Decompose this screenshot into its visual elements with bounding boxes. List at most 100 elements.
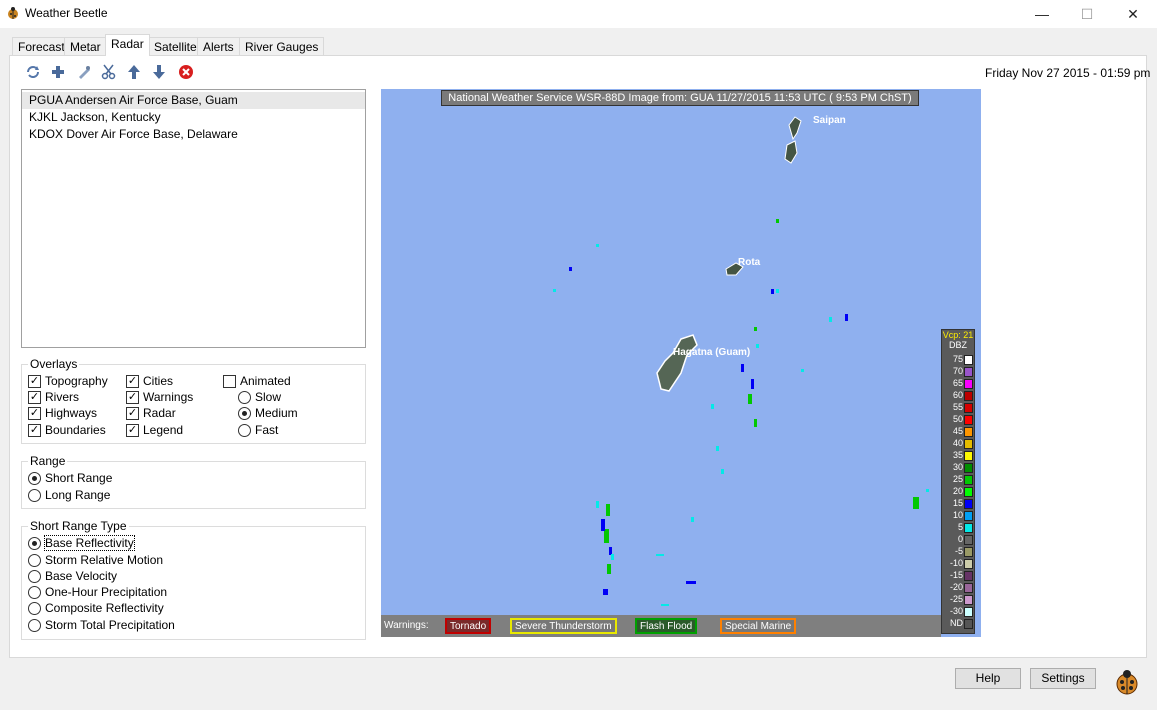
legend-swatch: [964, 487, 973, 497]
city-label-saipan: Saipan: [813, 115, 846, 126]
legend-row: 0: [942, 534, 976, 546]
legend-value: -25: [949, 594, 963, 604]
checkmark-icon: ✓: [126, 390, 139, 404]
tab-river-gauges[interactable]: River Gauges: [239, 37, 325, 56]
legend-value: 45: [952, 426, 963, 436]
cut-icon[interactable]: [101, 64, 117, 80]
legend-value: 65: [952, 378, 963, 388]
legend-row: 25: [942, 474, 976, 486]
legend-value: 30: [952, 462, 963, 472]
legend-swatch: [964, 415, 973, 425]
station-item-kdox[interactable]: KDOX Dover Air Force Base, Delaware: [22, 126, 365, 143]
settings-button[interactable]: Settings: [1030, 668, 1096, 689]
legend-value: 10: [952, 510, 963, 520]
storm-total-precipitation-radio[interactable]: Storm Total Precipitation: [28, 618, 175, 632]
legend-swatch: [964, 595, 973, 605]
radar-image[interactable]: National Weather Service WSR-88D Image f…: [381, 89, 981, 637]
legend-swatch: [964, 403, 973, 413]
window-title: Weather Beetle: [25, 6, 108, 20]
legend-row: 20: [942, 486, 976, 498]
legend-swatch: [964, 463, 973, 473]
tab-radar[interactable]: Radar: [105, 34, 150, 56]
legend-swatch: [964, 355, 973, 365]
speed-medium-radio[interactable]: Medium: [238, 406, 298, 420]
legend-value: 50: [952, 414, 963, 424]
station-item-kjkl[interactable]: KJKL Jackson, Kentucky: [22, 109, 365, 126]
legend-unit: DBZ: [949, 340, 967, 350]
radar-header: National Weather Service WSR-88D Image f…: [441, 90, 919, 106]
legend-value: 55: [952, 402, 963, 412]
legend-swatch: [964, 427, 973, 437]
animated-checkbox[interactable]: Animated: [223, 374, 291, 388]
warning-tornado: Tornado: [445, 618, 492, 634]
legend-swatch: [964, 391, 973, 401]
legend-swatch: [964, 439, 973, 449]
legend-row: -20: [942, 582, 976, 594]
maximize-button[interactable]: ☐: [1064, 0, 1110, 28]
tab-forecast[interactable]: Forecast: [12, 37, 71, 56]
legend-checkbox[interactable]: ✓ Legend: [126, 423, 183, 437]
checkmark-icon: ✓: [126, 406, 139, 420]
checkmark-icon: ✓: [126, 374, 139, 388]
legend-row: 65: [942, 378, 976, 390]
base-reflectivity-radio[interactable]: Base Reflectivity: [28, 535, 135, 551]
radar-checkbox[interactable]: ✓ Radar: [126, 406, 176, 420]
move-up-icon[interactable]: [126, 64, 142, 80]
legend-row: 55: [942, 402, 976, 414]
legend-swatch: [964, 535, 973, 545]
legend-value: -30: [949, 606, 963, 616]
tab-satellite[interactable]: Satellite: [148, 37, 203, 56]
legend-value: -10: [949, 558, 963, 568]
current-datetime: Friday Nov 27 2015 - 01:59 pm: [985, 66, 1151, 80]
legend-value: ND: [950, 618, 963, 628]
speed-fast-radio[interactable]: Fast: [238, 423, 278, 437]
checkmark-icon: ✓: [28, 423, 41, 437]
minimize-button[interactable]: —: [1019, 0, 1065, 28]
add-icon[interactable]: [50, 64, 66, 80]
legend-title: Vcp: 21: [942, 330, 974, 340]
boundaries-checkbox[interactable]: ✓ Boundaries: [28, 423, 106, 437]
legend-row: 10: [942, 510, 976, 522]
base-velocity-radio[interactable]: Base Velocity: [28, 569, 117, 583]
legend-value: -20: [949, 582, 963, 592]
tab-alerts[interactable]: Alerts: [197, 37, 240, 56]
beetle-icon: [8, 7, 18, 19]
legend-row: -5: [942, 546, 976, 558]
topography-checkbox[interactable]: ✓ Topography: [28, 374, 108, 388]
warning-flash-flood: Flash Flood: [635, 618, 698, 634]
speed-slow-radio[interactable]: Slow: [238, 390, 281, 404]
rivers-checkbox[interactable]: ✓ Rivers: [28, 390, 79, 404]
legend-value: 0: [957, 534, 963, 544]
long-range-radio[interactable]: Long Range: [28, 488, 110, 502]
delete-icon[interactable]: [178, 64, 194, 80]
help-button[interactable]: Help: [955, 668, 1021, 689]
legend-swatch: [964, 475, 973, 485]
edit-icon[interactable]: [76, 64, 92, 80]
one-hour-precipitation-radio[interactable]: One-Hour Precipitation: [28, 585, 167, 599]
close-button[interactable]: ✕: [1110, 0, 1156, 28]
legend-value: 15: [952, 498, 963, 508]
checkmark-icon: ✓: [28, 374, 41, 388]
tab-metar[interactable]: Metar: [64, 37, 107, 56]
legend-value: 60: [952, 390, 963, 400]
legend-value: 35: [952, 450, 963, 460]
radar-map: [553, 116, 929, 606]
cities-checkbox[interactable]: ✓ Cities: [126, 374, 173, 388]
legend-row: -10: [942, 558, 976, 570]
highways-checkbox[interactable]: ✓ Highways: [28, 406, 97, 420]
legend-row: 75: [942, 354, 976, 366]
warnings-checkbox[interactable]: ✓ Warnings: [126, 390, 193, 404]
legend-row: -30: [942, 606, 976, 618]
legend-value: 25: [952, 474, 963, 484]
refresh-icon[interactable]: [25, 64, 41, 80]
title-bar: Weather Beetle — ☐ ✕: [0, 0, 1157, 28]
move-down-icon[interactable]: [151, 64, 167, 80]
station-item-pgua[interactable]: PGUA Andersen Air Force Base, Guam: [22, 92, 365, 109]
legend-value: -5: [954, 546, 963, 556]
station-list[interactable]: PGUA Andersen Air Force Base, Guam KJKL …: [21, 89, 366, 348]
storm-relative-motion-radio[interactable]: Storm Relative Motion: [28, 553, 163, 567]
legend-swatch: [964, 607, 973, 617]
composite-reflectivity-radio[interactable]: Composite Reflectivity: [28, 601, 164, 615]
legend-value: 70: [952, 366, 963, 376]
short-range-radio[interactable]: Short Range: [28, 471, 112, 485]
